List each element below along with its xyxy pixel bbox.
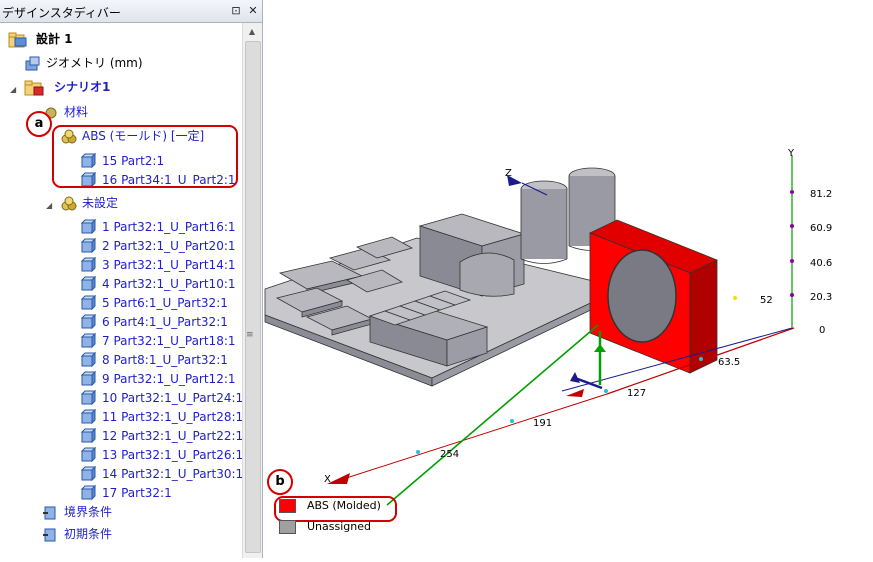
panel-header: デザインスタディバー ⊡ ✕ [0, 0, 262, 23]
tree-label-part: 2 Part32:1_U_Part20:1 [102, 239, 236, 253]
legend-label: Unassigned [307, 520, 371, 533]
z-axis-title: Z [505, 168, 512, 179]
tree-scrollbar[interactable]: ▲ ≡ [242, 23, 262, 558]
legend-swatch [279, 520, 296, 534]
callout-a-badge: a [26, 111, 52, 137]
callout-b-badge: b [267, 469, 293, 495]
tree-label-part: 1 Part32:1_U_Part16:1 [102, 220, 236, 234]
callout-a-frame [52, 125, 238, 188]
tree-label-part: 3 Part32:1_U_Part14:1 [102, 258, 236, 272]
design-study-bar: デザインスタディバー ⊡ ✕ 設計 1 ジオメトリ (mm) ◢ シナリオ1 材… [0, 0, 263, 558]
design-folder-icon [8, 31, 28, 55]
tree-label-part: 10 Part32:1_U_Part24:1 [102, 391, 242, 405]
scroll-thumb[interactable] [245, 41, 261, 553]
expand-unassigned-icon[interactable]: ◢ [46, 201, 52, 210]
y-tick-label: 0 [819, 325, 825, 336]
tree-label-geometry: ジオメトリ (mm) [46, 56, 143, 70]
grip-icon: ≡ [246, 330, 254, 340]
tree-label-part: 14 Part32:1_U_Part30:1 [102, 467, 242, 481]
material-group-icon [60, 195, 78, 219]
tree-label-materials: 材料 [64, 105, 89, 119]
legend-item: ABS (Molded) [279, 499, 381, 513]
expand-scenario-icon[interactable]: ◢ [10, 85, 16, 94]
legend-label: ABS (Molded) [307, 499, 381, 512]
tree-label-initial: 初期条件 [64, 527, 113, 541]
tree-label-unassigned: 未設定 [82, 196, 119, 210]
legend-swatch [279, 499, 296, 513]
tree-label-boundary: 境界条件 [64, 505, 113, 519]
y-tick-label: 81.2 [810, 189, 832, 200]
x-tick-label: 191 [533, 418, 552, 429]
3d-viewport[interactable]: Y Z X 81.2 60.9 40.6 20.3 0 63.5 127 191… [262, 0, 873, 558]
tree-label-part: 6 Part4:1_U_Part32:1 [102, 315, 228, 329]
scroll-up-icon[interactable]: ▲ [245, 25, 259, 39]
tree-label-part: 5 Part6:1_U_Part32:1 [102, 296, 228, 310]
tree-label-design: 設計 1 [36, 32, 73, 46]
tree-label-part: 11 Part32:1_U_Part28:1 [102, 410, 242, 424]
pin-icon[interactable]: ⊡ [228, 3, 244, 19]
pcb-model [264, 167, 718, 387]
panel-title: デザインスタディバー [2, 6, 121, 20]
z-tick-label: 52 [760, 295, 773, 306]
tree-label-part: 9 Part32:1_U_Part12:1 [102, 372, 236, 386]
z-axis-tick [733, 296, 737, 300]
x-tick-label: 127 [627, 388, 646, 399]
legend-item: Unassigned [279, 520, 371, 534]
x-tick-label: 254 [440, 449, 459, 460]
tree-label-scenario: シナリオ1 [54, 80, 111, 94]
tree-label-part: 4 Part32:1_U_Part10:1 [102, 277, 236, 291]
geometry-icon [24, 55, 42, 79]
tree-label-part: 12 Part32:1_U_Part22:1 [102, 429, 242, 443]
tree-label-part: 13 Part32:1_U_Part26:1 [102, 448, 242, 462]
tree-view: 設計 1 ジオメトリ (mm) ◢ シナリオ1 材料 ABS (モールド) [一… [0, 23, 242, 558]
y-tick-label: 60.9 [810, 223, 832, 234]
y-tick-label: 40.6 [810, 258, 832, 269]
initial-condition-icon [42, 526, 60, 550]
close-icon[interactable]: ✕ [245, 3, 261, 19]
y-axis-title: Y [787, 148, 795, 159]
tree-label-part: 8 Part8:1_U_Part32:1 [102, 353, 228, 367]
tree-label-part: 7 Part32:1_U_Part18:1 [102, 334, 236, 348]
y-tick-label: 20.3 [810, 292, 832, 303]
tree-label-part: 17 Part32:1 [102, 486, 172, 500]
x-axis-title: X [324, 474, 331, 485]
scenario-folder-icon [24, 79, 50, 103]
x-tick-label: 63.5 [718, 357, 740, 368]
boundary-condition-icon [42, 504, 60, 528]
